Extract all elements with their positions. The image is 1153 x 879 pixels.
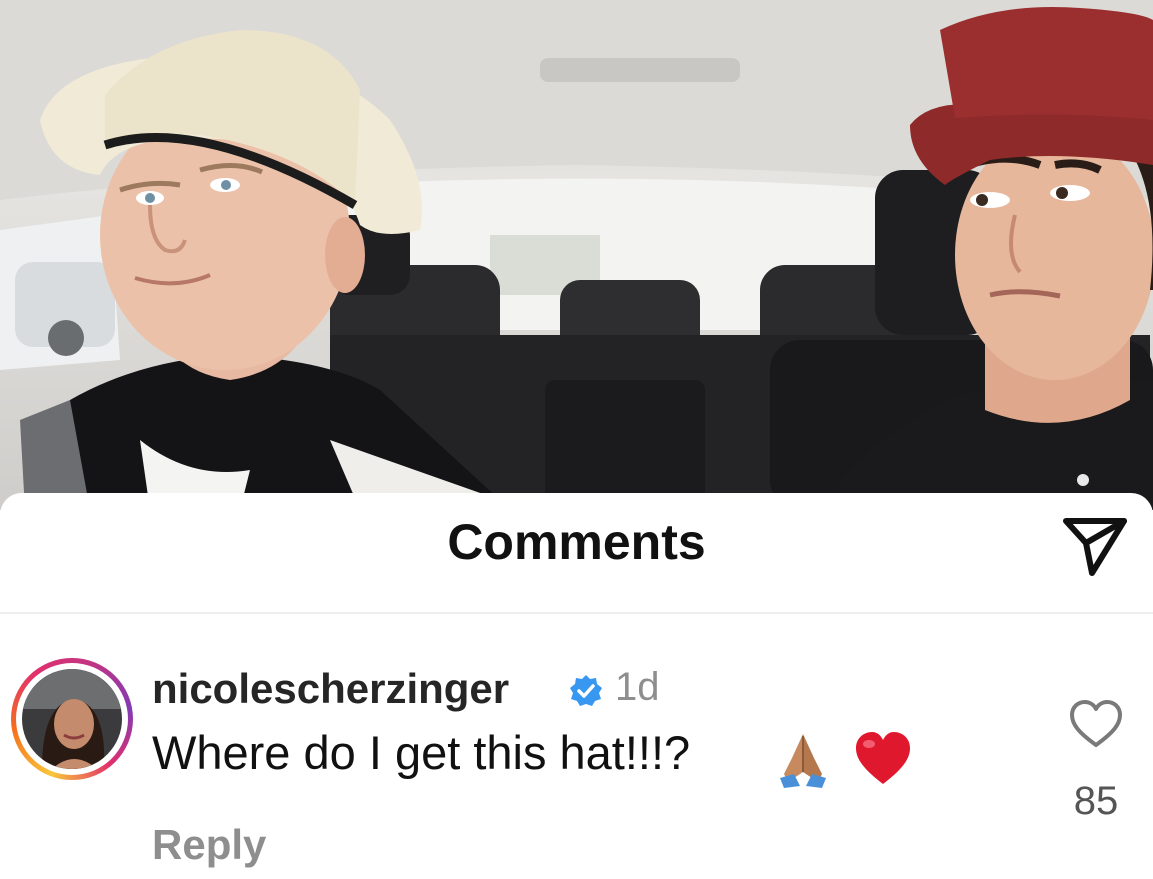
comment-text: Where do I get this hat!!!? [152,726,691,779]
avatar-image [22,669,122,769]
red-heart-emoji [856,732,910,784]
folded-hands-emoji [780,734,826,788]
comment-timestamp: 1d [615,665,660,709]
avatar[interactable] [22,669,122,769]
car-interior-photo [0,0,1153,510]
comments-sheet: Comments nicolescherzinger 1d Where do I… [0,493,1153,879]
paper-plane-icon[interactable] [1060,515,1130,577]
comment-username[interactable]: nicolescherzinger [152,665,509,713]
app-screen: Comments nicolescherzinger 1d Where do I… [0,0,1153,879]
video-frame[interactable] [0,0,1153,510]
divider [0,612,1153,614]
like-count: 85 [1073,779,1119,823]
heart-outline-icon[interactable] [1068,698,1124,750]
sheet-title: Comments [447,514,706,570]
story-ring[interactable] [11,658,133,780]
reply-button[interactable]: Reply [152,821,266,869]
verified-badge-icon [570,675,602,706]
